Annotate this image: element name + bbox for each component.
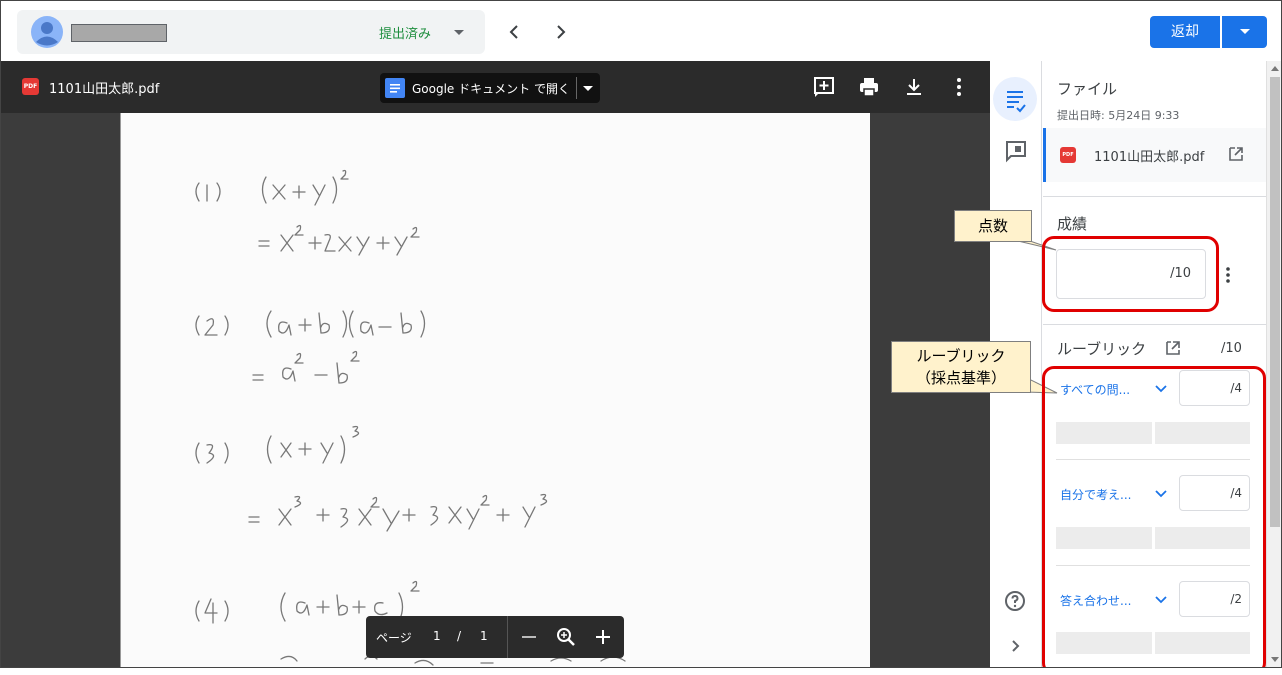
rubric-callout: ルーブリック （採点基準） bbox=[891, 341, 1031, 393]
rubric-callout-line2: （採点基準） bbox=[915, 369, 1006, 387]
rubric-callout-line1: ルーブリック bbox=[916, 347, 1006, 365]
score-callout: 点数 bbox=[954, 210, 1032, 242]
bottom-margin bbox=[0, 667, 1282, 675]
score-highlight-box bbox=[1042, 236, 1219, 312]
rubric-highlight-box bbox=[1042, 366, 1266, 675]
